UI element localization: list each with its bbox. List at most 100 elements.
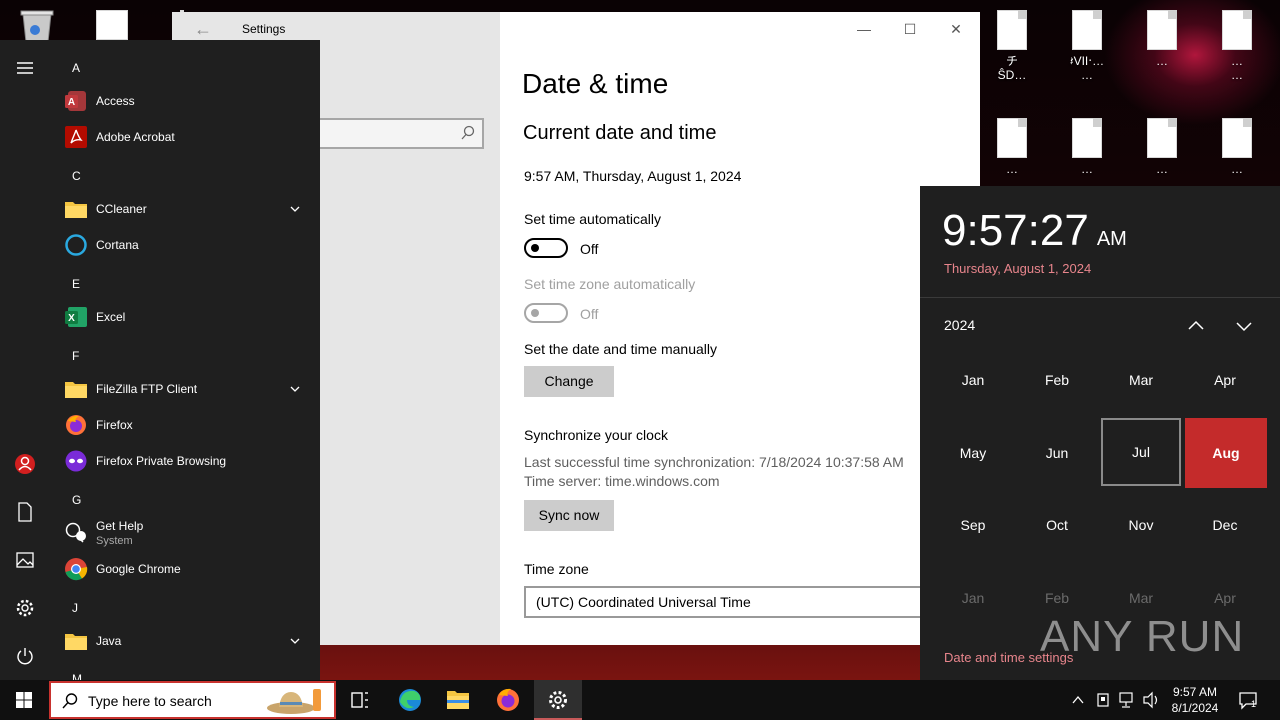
sync-title: Synchronize your clock — [524, 427, 668, 443]
calendar-year-header[interactable]: 2024 — [944, 317, 975, 333]
search-highlight-icon — [267, 689, 321, 714]
recycle-bin-icon[interactable] — [15, 8, 59, 44]
app-excel[interactable]: X Excel — [62, 300, 312, 334]
month-cell[interactable]: Mar — [1101, 346, 1181, 414]
volume-icon[interactable] — [1140, 680, 1162, 720]
cortana-icon — [65, 234, 87, 256]
usb-device-icon[interactable] — [1092, 680, 1114, 720]
last-sync-text: Last successful time synchronization: 7/… — [524, 454, 904, 470]
chevron-down-icon[interactable] — [1232, 314, 1256, 338]
toggle-knob — [531, 309, 539, 317]
app-java[interactable]: Java — [62, 624, 312, 658]
task-view-icon[interactable] — [336, 680, 384, 720]
flyout-date-link[interactable]: Thursday, August 1, 2024 — [944, 261, 1091, 276]
section-title: Current date and time — [523, 122, 717, 144]
user-avatar-icon[interactable] — [13, 452, 37, 476]
settings-taskbar-button[interactable] — [534, 680, 582, 720]
month-cell[interactable]: Jun — [1017, 419, 1097, 487]
search-icon — [461, 125, 475, 140]
group-letter[interactable]: M — [72, 672, 82, 680]
chevron-up-icon[interactable] — [1068, 680, 1088, 720]
chevron-down-icon[interactable] — [288, 382, 302, 396]
anyrun-watermark: ANY RUN — [1040, 612, 1245, 661]
group-letter[interactable]: F — [72, 349, 79, 363]
desktop-file-3[interactable]: … — [1125, 8, 1199, 78]
divider — [920, 297, 1280, 298]
group-letter[interactable]: G — [72, 493, 81, 507]
month-cell-next-year[interactable]: Jan — [933, 564, 1013, 632]
file-label: … — [1081, 162, 1093, 176]
month-cell-today[interactable]: Aug — [1185, 418, 1267, 488]
month-cell[interactable]: Oct — [1017, 491, 1097, 559]
set-time-auto-toggle[interactable] — [524, 238, 568, 258]
firefox-taskbar-icon[interactable] — [484, 680, 532, 720]
app-access[interactable]: A Access — [62, 84, 312, 118]
windows-start-icon[interactable] — [0, 680, 48, 720]
svg-text:X: X — [68, 313, 75, 324]
taskbar-clock[interactable]: 9:57 AM 8/1/2024 — [1160, 684, 1230, 716]
month-cell[interactable]: Feb — [1017, 346, 1097, 414]
settings-gear-icon[interactable] — [13, 596, 37, 620]
desktop-file-1[interactable]: チ ŜD… — [975, 8, 1049, 82]
month-cell[interactable]: May — [933, 419, 1013, 487]
desktop-file-icon[interactable] — [96, 10, 128, 40]
app-get-help[interactable]: Get Help System — [62, 516, 312, 550]
app-filezilla[interactable]: FileZilla FTP Client — [62, 372, 312, 406]
month-cell[interactable]: Apr — [1185, 346, 1265, 414]
set-time-auto-label: Set time automatically — [524, 211, 661, 227]
chevron-down-icon[interactable] — [288, 634, 302, 648]
timezone-select[interactable]: (UTC) Coordinated Universal Time — [524, 586, 924, 618]
file-label: … — [1156, 162, 1168, 176]
power-icon[interactable] — [13, 644, 37, 668]
taskbar-search-input[interactable]: Type here to search — [49, 681, 336, 719]
acrobat-icon — [65, 126, 87, 148]
month-cell-selected[interactable]: Jul — [1101, 418, 1181, 486]
month-cell[interactable]: Dec — [1185, 491, 1265, 559]
sync-now-button[interactable]: Sync now — [524, 500, 614, 531]
app-name: Firefox — [96, 418, 133, 432]
month-cell[interactable]: Nov — [1101, 491, 1181, 559]
set-tz-auto-toggle[interactable] — [524, 303, 568, 323]
group-letter[interactable]: J — [72, 601, 78, 615]
set-time-auto-state: Off — [580, 241, 599, 257]
chevron-down-icon[interactable] — [288, 202, 302, 216]
notification-center-button[interactable]: 1 — [1234, 680, 1264, 720]
desktop-file-7[interactable]: … — [1125, 116, 1199, 186]
chevron-up-icon[interactable] — [1184, 314, 1208, 338]
flyout-ampm: AM — [1096, 228, 1127, 250]
edge-icon[interactable] — [386, 680, 434, 720]
group-letter[interactable]: E — [72, 277, 80, 291]
group-letter[interactable]: C — [72, 169, 81, 183]
app-cortana[interactable]: Cortana — [62, 228, 312, 262]
month-cell[interactable]: Jan — [933, 346, 1013, 414]
change-button[interactable]: Change — [524, 366, 614, 397]
time-server-text: Time server: time.windows.com — [524, 473, 720, 489]
app-name: Adobe Acrobat — [96, 130, 175, 144]
app-ccleaner[interactable]: CCleaner — [62, 192, 312, 226]
desktop-file-6[interactable]: … — [1050, 116, 1124, 186]
app-adobe-acrobat[interactable]: Adobe Acrobat — [62, 120, 312, 154]
start-rail — [0, 40, 50, 680]
hamburger-menu-icon[interactable] — [13, 56, 37, 80]
desktop-file-8[interactable]: … — [1200, 116, 1274, 186]
app-google-chrome[interactable]: Google Chrome — [62, 552, 312, 586]
app-firefox[interactable]: Firefox — [62, 408, 312, 442]
app-firefox-private[interactable]: Firefox Private Browsing — [62, 444, 312, 478]
month-cell[interactable]: Sep — [933, 491, 1013, 559]
desktop-file-5[interactable]: … — [975, 116, 1049, 186]
network-icon[interactable] — [1116, 680, 1138, 720]
pictures-icon[interactable] — [13, 548, 37, 572]
documents-icon[interactable] — [13, 500, 37, 524]
clock-flyout: 9:57:27 AM Thursday, August 1, 2024 2024 … — [920, 186, 1280, 680]
desktop-file-2[interactable]: 𝄽VII‧…… — [1050, 8, 1124, 82]
back-arrow-icon[interactable]: ← — [188, 17, 218, 41]
file-label: … — [1156, 54, 1168, 68]
excel-icon: X — [65, 307, 87, 327]
firefox-private-icon — [65, 450, 87, 472]
group-letter[interactable]: A — [72, 61, 80, 75]
file-explorer-icon[interactable] — [434, 680, 482, 720]
desktop-file-4[interactable]: …… — [1200, 8, 1274, 82]
settings-search-input[interactable] — [312, 118, 484, 149]
access-icon: A — [65, 91, 86, 111]
file-label: … — [1231, 162, 1243, 176]
